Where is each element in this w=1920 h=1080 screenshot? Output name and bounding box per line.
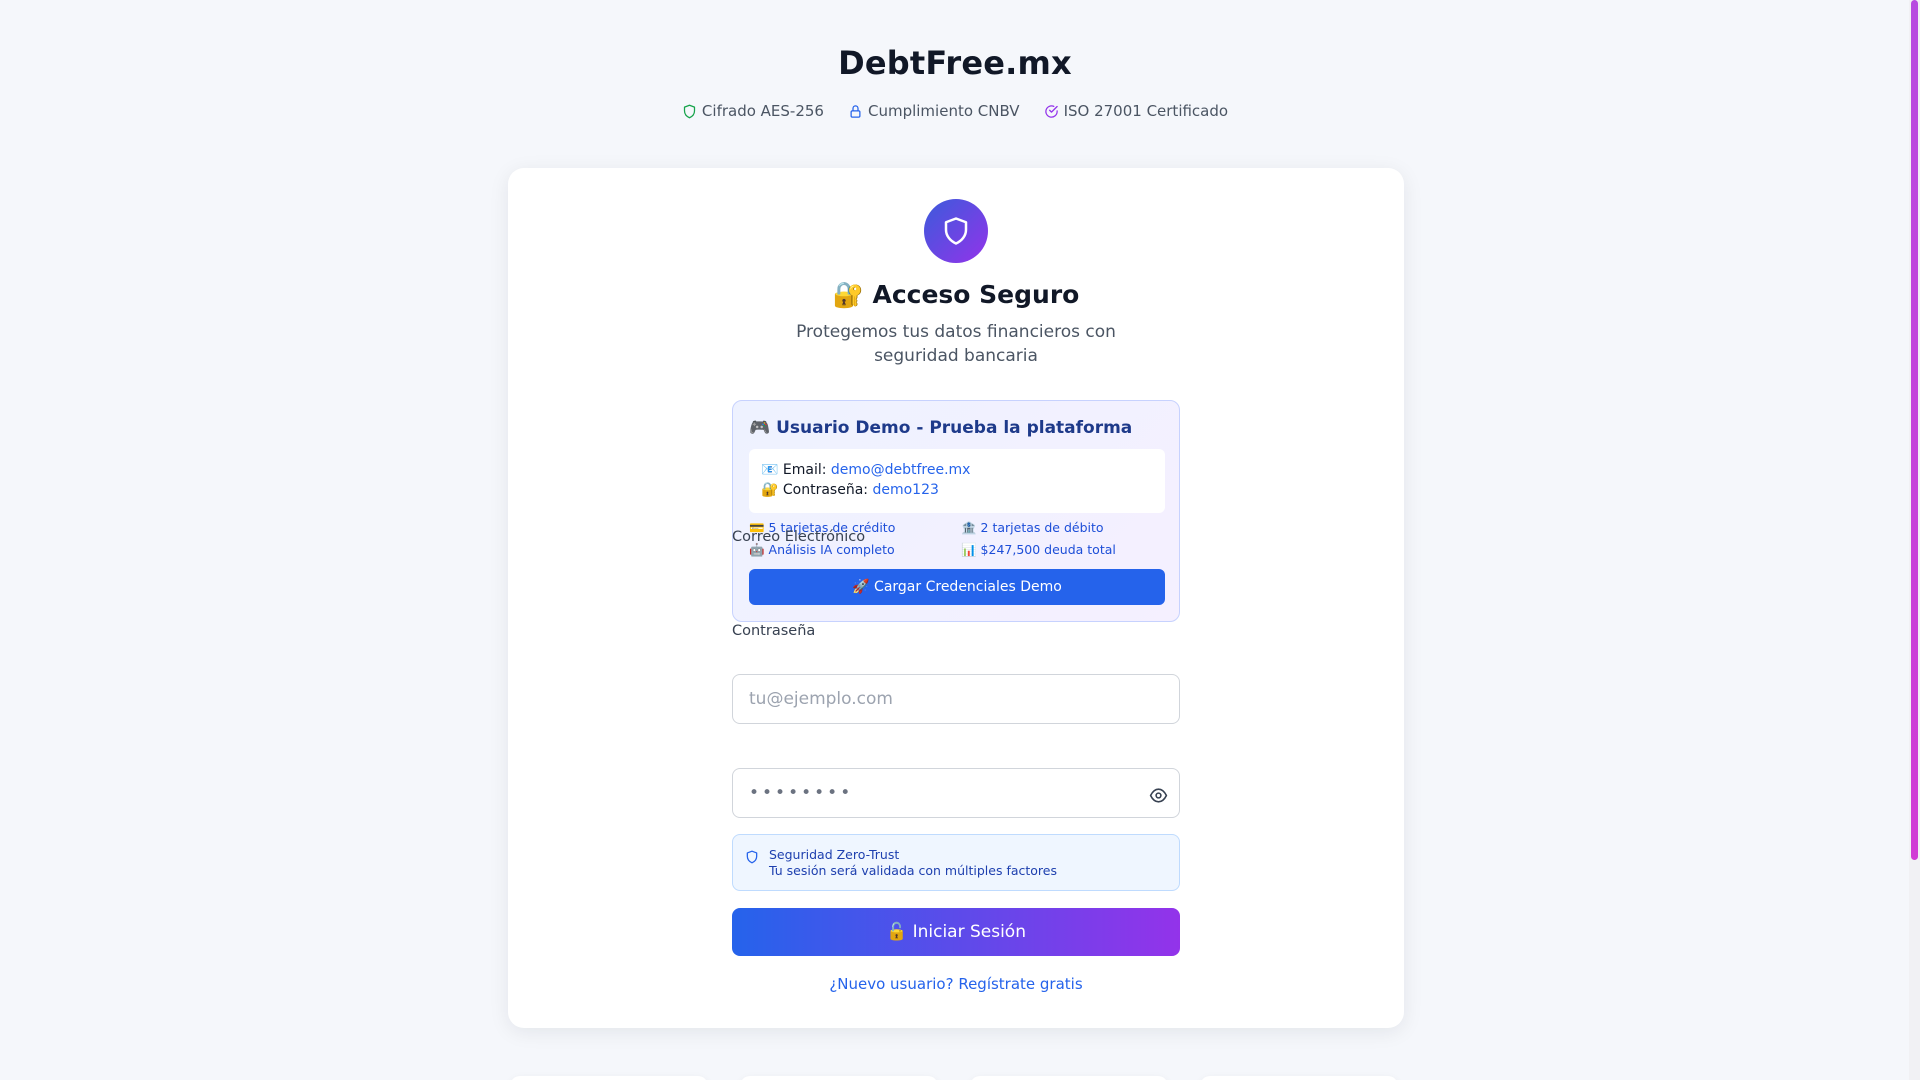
card-title: 🔐 Acceso Seguro — [832, 280, 1080, 309]
email-field[interactable] — [732, 674, 1180, 724]
eye-icon — [1149, 787, 1167, 803]
feature-card — [1200, 1076, 1398, 1080]
feature-card — [510, 1076, 708, 1080]
shield-icon — [746, 850, 758, 864]
login-card: 🔐 Acceso Seguro Protegemos tus datos fin… — [508, 168, 1404, 1028]
brand-title: DebtFree.mx — [838, 44, 1072, 82]
badge-label: Cifrado AES-256 — [701, 102, 824, 120]
zero-trust-title: Seguridad Zero-Trust — [769, 847, 900, 862]
check-circle-icon — [1044, 104, 1058, 118]
demo-email-value: demo@debtfree.mx — [830, 462, 971, 478]
badge-encryption: Cifrado AES-256 — [682, 102, 824, 120]
load-demo-credentials-button[interactable]: 🚀 Cargar Credenciales Demo — [749, 569, 1165, 605]
feature-total-debt: 📊 $247,500 deuda total — [961, 542, 1116, 557]
lock-icon — [850, 104, 861, 118]
zero-trust-description: Tu sesión será validada con múltiples fa… — [769, 863, 1058, 878]
demo-user-panel: 🎮 Usuario Demo - Prueba la plataforma 📧 … — [732, 400, 1180, 622]
scrollbar-thumb[interactable] — [1911, 0, 1918, 860]
login-button[interactable]: 🔓 Iniciar Sesión — [732, 908, 1180, 956]
badge-compliance: Cumplimiento CNBV — [848, 102, 1020, 120]
toggle-password-visibility-button[interactable] — [1146, 783, 1170, 807]
demo-password-row: 🔐 Contraseña: demo123 — [761, 480, 1153, 500]
security-badges: Cifrado AES-256 Cumplimiento CNBV ISO 27… — [0, 102, 1910, 120]
badge-label: ISO 27001 Certificado — [1063, 102, 1229, 120]
shield-icon — [683, 104, 696, 118]
email-label: Correo Electrónico — [732, 529, 866, 545]
feature-card — [740, 1076, 938, 1080]
password-label: Contraseña — [732, 623, 816, 639]
demo-title: 🎮 Usuario Demo - Prueba la plataforma — [749, 418, 1133, 438]
zero-trust-notice: Seguridad Zero-Trust Tu sesión será vali… — [732, 834, 1180, 891]
password-field[interactable] — [732, 768, 1180, 818]
feature-card — [970, 1076, 1168, 1080]
demo-email-row: 📧 Email: demo@debtfree.mx — [761, 460, 1153, 480]
card-subtitle: Protegemos tus datos financieros con seg… — [796, 322, 1116, 366]
demo-password-value: demo123 — [872, 482, 939, 498]
page-header: DebtFree.mx Cifrado AES-256 Cumplimiento… — [0, 44, 1910, 120]
feature-cards-row — [510, 1076, 1398, 1080]
page-scrollbar[interactable] — [1909, 0, 1920, 1080]
card-logo — [924, 199, 988, 263]
demo-credentials: 📧 Email: demo@debtfree.mx 🔐 Contraseña: … — [749, 449, 1165, 513]
shield-icon — [944, 217, 968, 245]
demo-password-label: 🔐 Contraseña: — [761, 482, 873, 498]
badge-iso: ISO 27001 Certificado — [1044, 102, 1229, 120]
feature-debit-cards: 🏦 2 tarjetas de débito — [961, 520, 1104, 535]
register-link[interactable]: ¿Nuevo usuario? Regístrate gratis — [508, 975, 1404, 993]
badge-label: Cumplimiento CNBV — [867, 102, 1020, 120]
demo-email-label: 📧 Email: — [761, 462, 831, 478]
